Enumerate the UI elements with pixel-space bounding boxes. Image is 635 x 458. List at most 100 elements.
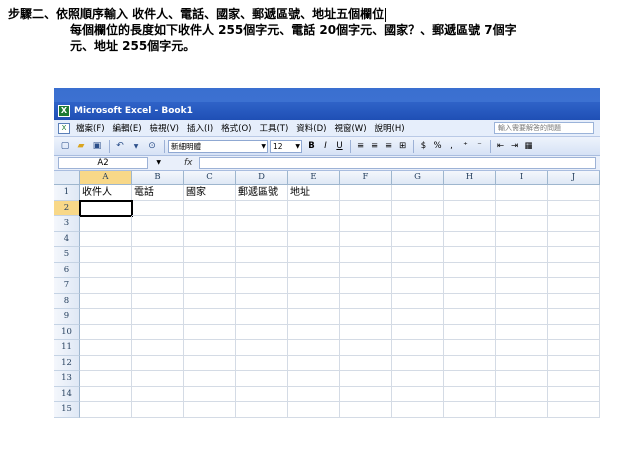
cell-a4[interactable] [80, 231, 132, 247]
cell-h12[interactable] [444, 355, 496, 371]
cell-h14[interactable] [444, 386, 496, 402]
cell-i6[interactable] [496, 262, 548, 278]
cell-i9[interactable] [496, 309, 548, 325]
cell-h11[interactable] [444, 340, 496, 356]
cell-c9[interactable] [184, 309, 236, 325]
cell-f2[interactable] [340, 200, 392, 216]
align-center-icon[interactable]: ≡ [368, 139, 381, 153]
row-header[interactable]: 14 [54, 386, 80, 402]
cell-f11[interactable] [340, 340, 392, 356]
cell-j1[interactable] [548, 185, 600, 201]
cell-c7[interactable] [184, 278, 236, 294]
cell-h7[interactable] [444, 278, 496, 294]
menu-data[interactable]: 資料(D) [296, 122, 326, 134]
cell-e15[interactable] [288, 402, 340, 418]
column-header-d[interactable]: D [236, 171, 288, 185]
cell-h10[interactable] [444, 324, 496, 340]
cell-f14[interactable] [340, 386, 392, 402]
cell-h15[interactable] [444, 402, 496, 418]
help-icon[interactable]: ⊙ [145, 139, 159, 153]
workbook-icon[interactable]: X [58, 122, 70, 134]
cell-g1[interactable] [392, 185, 444, 201]
cell-e11[interactable] [288, 340, 340, 356]
cell-e2[interactable] [288, 200, 340, 216]
cell-j12[interactable] [548, 355, 600, 371]
row-header[interactable]: 2 [54, 200, 80, 216]
cell-c12[interactable] [184, 355, 236, 371]
formula-input[interactable] [198, 157, 596, 169]
select-all-corner[interactable] [54, 171, 80, 185]
cell-j7[interactable] [548, 278, 600, 294]
row-header[interactable]: 6 [54, 262, 80, 278]
cell-i5[interactable] [496, 247, 548, 263]
cell-d5[interactable] [236, 247, 288, 263]
cell-f3[interactable] [340, 216, 392, 232]
menu-edit[interactable]: 編輯(E) [113, 122, 142, 134]
cell-i11[interactable] [496, 340, 548, 356]
bold-button[interactable]: B [305, 139, 318, 153]
cell-f1[interactable] [340, 185, 392, 201]
row-header[interactable]: 5 [54, 247, 80, 263]
cell-j5[interactable] [548, 247, 600, 263]
cell-j8[interactable] [548, 293, 600, 309]
row-header[interactable]: 10 [54, 324, 80, 340]
cell-f6[interactable] [340, 262, 392, 278]
cell-a6[interactable] [80, 262, 132, 278]
cell-a5[interactable] [80, 247, 132, 263]
cell-c1[interactable]: 國家 [184, 185, 236, 201]
cell-f4[interactable] [340, 231, 392, 247]
cell-h6[interactable] [444, 262, 496, 278]
italic-button[interactable]: I [319, 139, 332, 153]
cell-g2[interactable] [392, 200, 444, 216]
cell-a2[interactable] [79, 199, 133, 217]
borders-icon[interactable]: ▦ [522, 139, 535, 153]
cell-a10[interactable] [80, 324, 132, 340]
cell-j13[interactable] [548, 371, 600, 387]
cell-h3[interactable] [444, 216, 496, 232]
cell-h5[interactable] [444, 247, 496, 263]
menu-insert[interactable]: 插入(I) [187, 122, 213, 134]
column-header-f[interactable]: F [340, 171, 392, 185]
cell-c10[interactable] [184, 324, 236, 340]
cell-e9[interactable] [288, 309, 340, 325]
cell-g4[interactable] [392, 231, 444, 247]
cell-f9[interactable] [340, 309, 392, 325]
cell-f7[interactable] [340, 278, 392, 294]
cell-j15[interactable] [548, 402, 600, 418]
cell-e14[interactable] [288, 386, 340, 402]
cell-e10[interactable] [288, 324, 340, 340]
cell-g6[interactable] [392, 262, 444, 278]
menu-file[interactable]: 檔案(F) [76, 122, 105, 134]
undo-icon[interactable]: ↶ [113, 139, 127, 153]
cell-g9[interactable] [392, 309, 444, 325]
column-header-c[interactable]: C [184, 171, 236, 185]
font-size-select[interactable]: 12 ▼ [270, 139, 302, 153]
cell-c11[interactable] [184, 340, 236, 356]
cell-i7[interactable] [496, 278, 548, 294]
cell-c13[interactable] [184, 371, 236, 387]
cell-j10[interactable] [548, 324, 600, 340]
open-folder-icon[interactable]: ▰ [74, 139, 88, 153]
function-icon[interactable]: fx [184, 158, 193, 168]
increase-indent-icon[interactable]: ⇥ [508, 139, 521, 153]
cell-d15[interactable] [236, 402, 288, 418]
menu-tools[interactable]: 工具(T) [259, 122, 288, 134]
row-header[interactable]: 12 [54, 355, 80, 371]
cell-d1[interactable]: 郵遞區號 [236, 185, 288, 201]
cell-h8[interactable] [444, 293, 496, 309]
cell-g5[interactable] [392, 247, 444, 263]
menu-view[interactable]: 檢視(V) [150, 122, 179, 134]
column-header-h[interactable]: H [444, 171, 496, 185]
cell-b10[interactable] [132, 324, 184, 340]
cell-g7[interactable] [392, 278, 444, 294]
cell-h2[interactable] [444, 200, 496, 216]
column-header-a[interactable]: A [80, 171, 132, 185]
row-header[interactable]: 11 [54, 340, 80, 356]
save-icon[interactable]: ▣ [90, 139, 104, 153]
menu-help[interactable]: 說明(H) [375, 122, 405, 134]
cell-b11[interactable] [132, 340, 184, 356]
merge-center-icon[interactable]: ⊞ [396, 139, 409, 153]
cell-g14[interactable] [392, 386, 444, 402]
cell-d7[interactable] [236, 278, 288, 294]
cell-b13[interactable] [132, 371, 184, 387]
